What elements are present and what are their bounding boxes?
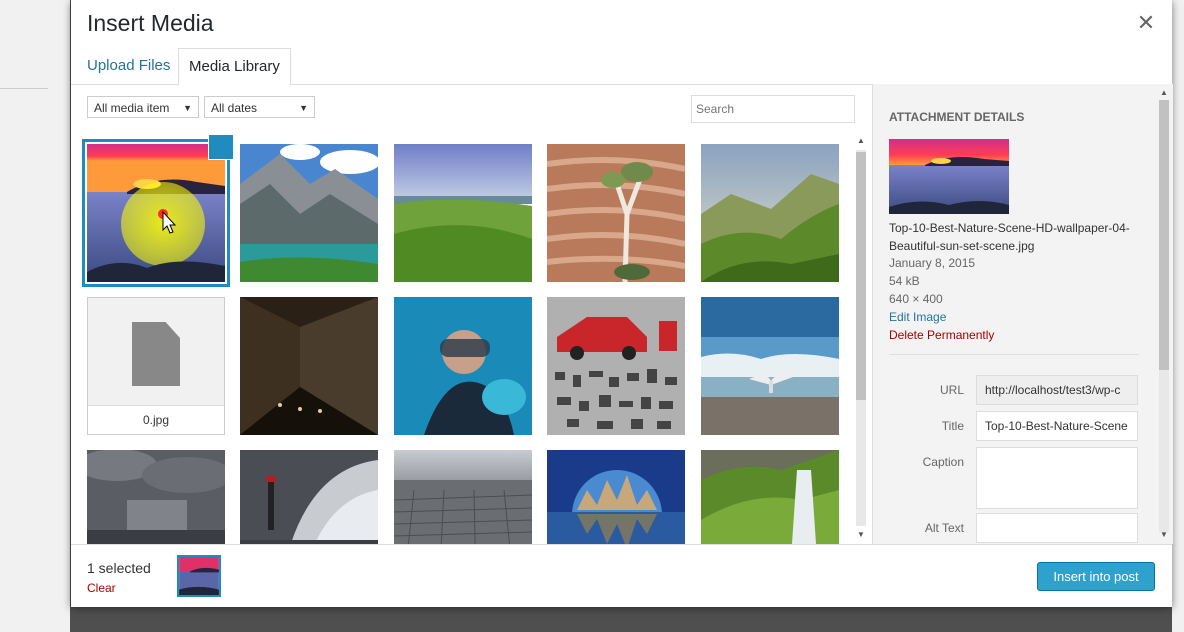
thumbnail-image: [240, 450, 378, 544]
url-label: URL: [939, 383, 964, 397]
search-input[interactable]: [691, 95, 855, 123]
title-field[interactable]: Top-10-Best-Nature-Scene: [976, 411, 1138, 441]
scroll-down-arrow-icon[interactable]: ▼: [1157, 530, 1171, 539]
attachment-green-field[interactable]: [394, 144, 532, 282]
attachment-rock-tree[interactable]: [547, 144, 685, 282]
insert-into-post-button[interactable]: Insert into post: [1037, 562, 1155, 591]
thumbnail-image: [394, 144, 532, 282]
scroll-down-arrow-icon[interactable]: ▼: [854, 530, 868, 539]
attachment-dimensions: 640 × 400: [889, 292, 943, 306]
attachment-filename: Top-10-Best-Nature-Scene-HD-wallpaper-04…: [889, 221, 1130, 253]
attachment-green-hills[interactable]: [701, 144, 839, 282]
insert-media-modal: Insert Media ✕ Upload Files Media Librar…: [71, 0, 1173, 607]
media-type-filter[interactable]: All media item ▼: [87, 96, 199, 118]
url-field[interactable]: http://localhost/test3/wp-c: [976, 375, 1138, 405]
background-admin-panel: [0, 0, 70, 632]
delete-permanently-link[interactable]: Delete Permanently: [889, 328, 994, 342]
media-toolbar-footer: 1 selected Clear Insert into post: [71, 544, 1172, 607]
media-router: Upload Files Media Library: [71, 48, 1172, 86]
background-divider: [0, 88, 48, 89]
tab-media-library[interactable]: Media Library: [178, 48, 291, 86]
selected-checkmark[interactable]: [208, 134, 234, 160]
chevron-down-icon: ▼: [183, 103, 192, 113]
sidebar-divider: [889, 354, 1139, 355]
caption-label: Caption: [922, 455, 964, 469]
attachment-waterfall[interactable]: [701, 450, 839, 544]
media-type-filter-value: All media item: [94, 101, 170, 115]
thumbnail-image: [701, 297, 839, 435]
attachment-car-parts[interactable]: [547, 297, 685, 435]
selected-attachment-thumbnail[interactable]: [177, 555, 221, 597]
close-icon[interactable]: ✕: [1135, 10, 1157, 36]
caption-field[interactable]: [976, 447, 1138, 509]
scroll-up-arrow-icon[interactable]: ▲: [1157, 88, 1171, 97]
scrollbar-thumb[interactable]: [856, 152, 866, 400]
date-filter[interactable]: All dates ▼: [204, 96, 315, 118]
attachment-details-heading: Attachment Details: [889, 110, 1025, 124]
thumbnail-image: [547, 450, 685, 544]
alt-text-label: Alt Text: [924, 521, 964, 535]
scroll-up-arrow-icon[interactable]: ▲: [854, 136, 868, 145]
attachment-file[interactable]: 0.jpg: [87, 297, 225, 435]
attachment-lighthouse-wave[interactable]: [240, 450, 378, 544]
date-filter-value: All dates: [211, 101, 258, 115]
thumbnail-image: [701, 144, 839, 282]
clear-selection-link[interactable]: Clear: [87, 581, 116, 595]
tab-upload-files[interactable]: Upload Files: [77, 48, 180, 83]
thumbnail-image: [394, 297, 532, 435]
thumbnail-image: [394, 450, 532, 544]
thumbnail-image: [701, 450, 839, 544]
attachment-details-sidebar: Attachment Details Top-10-Best-Nature-Sc…: [872, 84, 1173, 544]
selection-count: 1 selected: [87, 560, 151, 576]
edit-image-link[interactable]: Edit Image: [889, 310, 946, 324]
sidebar-scrollbar[interactable]: ▲ ▼: [1157, 84, 1171, 544]
thumbnail-image: [240, 144, 378, 282]
attachment-dark-tunnel[interactable]: [240, 297, 378, 435]
attachment-diver[interactable]: [394, 297, 532, 435]
attachment-sunset[interactable]: [82, 139, 230, 287]
attachment-filename: 0.jpg: [88, 405, 224, 434]
document-icon: [132, 322, 180, 386]
title-label: Title: [941, 419, 964, 433]
modal-title: Insert Media: [87, 10, 214, 36]
attachment-preview-image: [889, 139, 1009, 214]
thumbnail-image: [547, 144, 685, 282]
chevron-down-icon: ▼: [299, 103, 308, 113]
attachment-date: January 8, 2015: [889, 256, 976, 270]
attachment-size: 54 kB: [889, 274, 920, 288]
thumbnail-image: [240, 297, 378, 435]
grid-scrollbar[interactable]: ▲ ▼: [854, 132, 868, 542]
thumbnail-image: [87, 450, 225, 544]
attachment-storm-sky[interactable]: [87, 450, 225, 544]
background-admin-edge: [1172, 0, 1184, 632]
attachment-aerial-city[interactable]: [394, 450, 532, 544]
thumbnail-image: [547, 297, 685, 435]
attachment-mountain-lake[interactable]: [240, 144, 378, 282]
scrollbar-thumb[interactable]: [1159, 100, 1169, 370]
attachment-beach-bird[interactable]: [701, 297, 839, 435]
thumbnail-image: [87, 144, 225, 282]
attachment-city-sphere[interactable]: [547, 450, 685, 544]
alt-text-field[interactable]: [976, 513, 1138, 543]
